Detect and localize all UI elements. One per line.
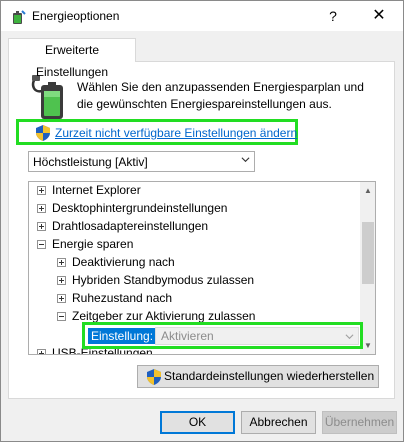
tab-advanced-settings[interactable]: Erweiterte Einstellungen — [8, 38, 136, 79]
chevron-down-icon — [345, 334, 354, 340]
uac-shield-icon — [147, 369, 161, 385]
expand-icon[interactable] — [57, 294, 66, 303]
setting-row-highlight: Einstellung: Aktivieren — [82, 322, 363, 349]
expand-icon[interactable] — [57, 258, 66, 267]
battery-settings-icon — [13, 10, 26, 24]
change-settings-link-highlight: Zurzeit nicht verfügbare Einstellungen ä… — [16, 119, 298, 145]
expand-icon[interactable] — [37, 204, 46, 213]
expand-icon[interactable] — [37, 349, 46, 354]
ok-button[interactable]: OK — [160, 411, 235, 434]
power-options-dialog: Energieoptionen ? ✕ Erweiterte Einstellu… — [0, 0, 404, 442]
cancel-button[interactable]: Abbrechen — [241, 411, 316, 434]
expand-icon[interactable] — [37, 186, 46, 195]
chevron-down-icon — [241, 157, 250, 163]
scroll-thumb[interactable] — [362, 222, 374, 284]
expand-icon[interactable] — [37, 222, 46, 231]
close-button[interactable]: ✕ — [356, 1, 402, 31]
setting-label: Einstellung: — [88, 328, 157, 344]
help-button[interactable]: ? — [310, 1, 356, 31]
scroll-up-icon[interactable]: ▲ — [360, 182, 375, 199]
title-bar[interactable]: Energieoptionen ? ✕ — [1, 1, 403, 31]
expand-icon[interactable] — [57, 276, 66, 285]
setting-value-select[interactable]: Aktivieren — [155, 327, 359, 345]
restore-defaults-label: Standardeinstellungen wiederherstellen — [164, 369, 375, 383]
intro-text: Wählen Sie den anzupassenden Energiespar… — [77, 80, 364, 111]
restore-defaults-button[interactable]: Standardeinstellungen wiederherstellen — [137, 365, 379, 388]
window-title: Energieoptionen — [32, 9, 120, 23]
setting-value: Aktivieren — [161, 329, 214, 343]
power-plan-value: Höchstleistung [Aktiv] — [33, 155, 148, 169]
power-plan-select[interactable]: Höchstleistung [Aktiv] — [28, 151, 255, 172]
uac-shield-icon — [36, 125, 50, 141]
collapse-icon[interactable] — [37, 240, 46, 249]
collapse-icon[interactable] — [57, 312, 66, 321]
apply-button[interactable]: Übernehmen — [322, 411, 397, 434]
change-unavailable-settings-link[interactable]: Zurzeit nicht verfügbare Einstellungen ä… — [55, 126, 297, 140]
